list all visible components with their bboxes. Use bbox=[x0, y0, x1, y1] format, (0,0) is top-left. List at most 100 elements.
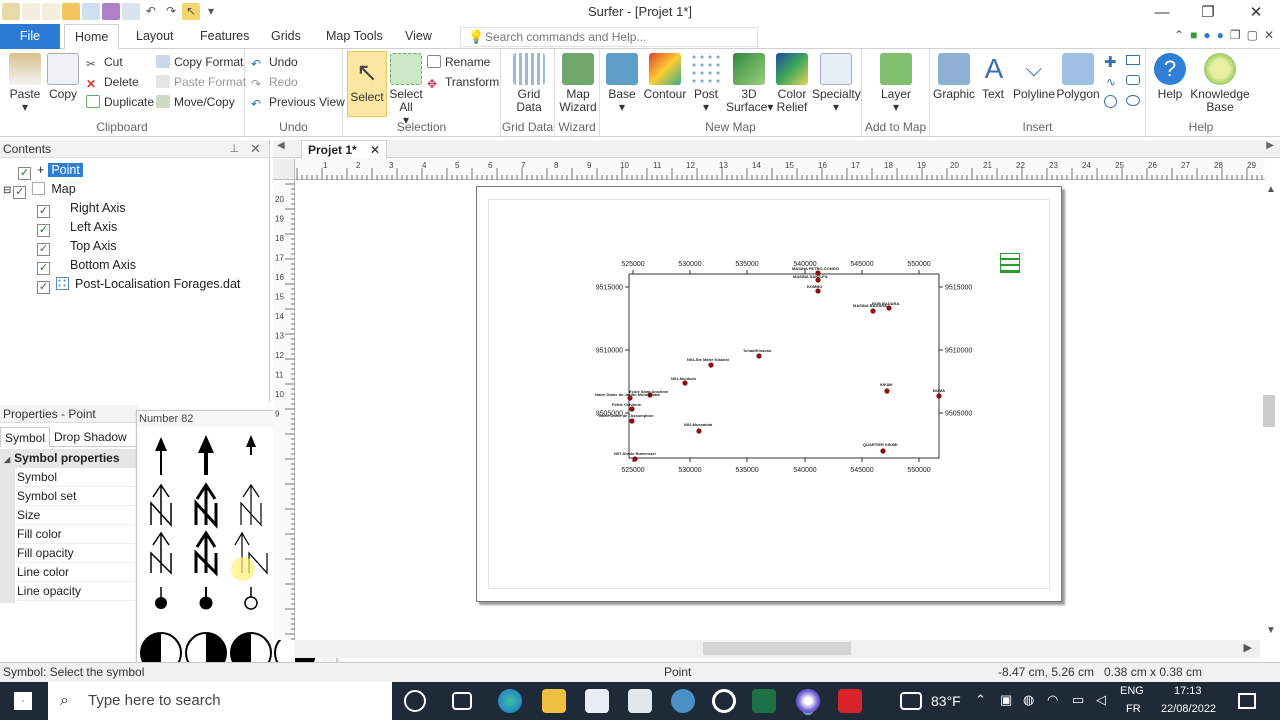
doc-restore-icon[interactable]: ❐ bbox=[1230, 28, 1241, 42]
knowledge-base-button[interactable]: Knowledge Base bbox=[1190, 53, 1250, 114]
tab-layout[interactable]: Layout bbox=[126, 24, 184, 49]
help-button[interactable]: ? Help bbox=[1152, 53, 1188, 101]
insert-rectangle-icon[interactable] bbox=[1126, 55, 1140, 65]
tab-home[interactable]: Home bbox=[64, 24, 120, 50]
map-point[interactable] bbox=[870, 308, 876, 314]
network-icon[interactable]: ◍ bbox=[1023, 692, 1034, 708]
tab-scroll-left-icon[interactable]: ◀ bbox=[277, 140, 285, 151]
redo-button[interactable]: ↷ Redo bbox=[251, 75, 298, 91]
command-search-input[interactable]: 💡 Search commands and Help... bbox=[460, 27, 758, 47]
plot-page[interactable]: 525000 530000 535000 540000 545000 550000 5250… bbox=[476, 186, 1062, 602]
copy-format-button[interactable]: Copy Format bbox=[156, 55, 243, 69]
checkbox-checked-icon[interactable]: ✓ bbox=[18, 167, 31, 180]
horizontal-scrollbar[interactable]: ▶ bbox=[295, 640, 1260, 658]
excel-icon[interactable] bbox=[752, 689, 776, 713]
vertical-scrollbar[interactable]: ▲ ▼ bbox=[1260, 180, 1280, 640]
tab-file[interactable]: File bbox=[0, 24, 60, 49]
undo-button[interactable]: ↶ Undo bbox=[251, 55, 298, 71]
search-app-icon[interactable] bbox=[671, 689, 695, 713]
symbol-properties-section[interactable]: ◢ Symbol properties bbox=[0, 449, 138, 468]
checkbox-checked-icon[interactable]: ✓ bbox=[13, 186, 27, 199]
info-icon[interactable]: ● bbox=[1217, 28, 1224, 42]
map-point[interactable] bbox=[815, 288, 821, 294]
task-view-icon[interactable] bbox=[452, 692, 472, 710]
doc-max-icon[interactable]: ▢ bbox=[1247, 28, 1258, 42]
symbol-north-n-1[interactable] bbox=[150, 483, 172, 527]
map-point[interactable] bbox=[886, 305, 892, 311]
tab-symbol[interactable]: Symbol bbox=[0, 427, 51, 447]
language-label[interactable]: ENG bbox=[1120, 685, 1144, 697]
paste-format-button[interactable]: Paste Format bbox=[156, 75, 246, 89]
tray-chevron-icon[interactable]: ⌃ bbox=[975, 692, 986, 708]
prop-fill-color[interactable]: Fill color bbox=[17, 525, 135, 544]
battery-icon[interactable]: ▭ bbox=[1072, 692, 1084, 708]
map-frame[interactable]: 525000 530000 535000 540000 545000 550000 5250… bbox=[477, 187, 1063, 603]
tree-collapse-icon[interactable]: ⊟ bbox=[3, 185, 11, 196]
transform-button[interactable]: ✥ Transform bbox=[427, 75, 499, 91]
symbol-pin-2[interactable] bbox=[199, 587, 213, 610]
clock-date[interactable]: 22/08/2022 bbox=[1161, 703, 1216, 715]
checkbox-checked-icon[interactable]: ✓ bbox=[37, 224, 50, 237]
tree-item-top-axis[interactable]: ✓ Top Axis bbox=[37, 237, 117, 256]
map-point[interactable] bbox=[682, 380, 688, 386]
symbol-pin-3[interactable] bbox=[244, 587, 258, 610]
edge-browser-icon[interactable] bbox=[498, 689, 522, 713]
insert-polygon-button[interactable]: Polygon bbox=[1056, 53, 1100, 101]
insert-polyline-button[interactable]: ⌵ Polyline bbox=[1012, 53, 1056, 101]
vscroll-up-icon[interactable]: ▲ bbox=[1266, 184, 1276, 195]
cortana-icon[interactable] bbox=[404, 690, 426, 712]
tree-item-point[interactable]: ✓ + Point bbox=[18, 161, 83, 180]
symbol-north-n-3[interactable] bbox=[240, 483, 262, 527]
insert-graphic-button[interactable]: Graphic bbox=[932, 53, 976, 101]
tab-map-tools[interactable]: Map Tools bbox=[316, 24, 393, 49]
checkbox-checked-icon[interactable]: ✓ bbox=[37, 281, 50, 294]
prop-symbol-set[interactable]: Symbol set bbox=[17, 487, 135, 506]
contour-map-button[interactable]: Contour bbox=[642, 53, 688, 101]
add-layer-button[interactable]: Layer ▾ bbox=[876, 53, 916, 114]
tree-item-left-axis[interactable]: ✓ Left Axis bbox=[37, 218, 117, 237]
vertical-ruler[interactable]: 20 19 18 17 16 15 14 13 12 11 10 9 bbox=[273, 180, 295, 640]
tab-drop-shadow[interactable]: Drop Shadow bbox=[52, 427, 129, 447]
paste-button[interactable]: Paste ▾ bbox=[6, 53, 44, 114]
windows-start-icon[interactable] bbox=[14, 692, 32, 710]
symbol-north-n-5[interactable] bbox=[150, 531, 172, 575]
minimize-button[interactable]: — bbox=[1142, 2, 1182, 24]
horizontal-ruler[interactable]: 1 2 3 4 5 6 7 8 9 10 11 12 13 14 15 16 17 18 19 20 21 22 23 24 2… bbox=[295, 159, 1265, 180]
tray-app-icon[interactable]: ▣ bbox=[1000, 692, 1012, 708]
select-button[interactable]: ↖ Select bbox=[347, 51, 387, 117]
prop-size[interactable]: Size bbox=[17, 506, 135, 525]
move-copy-button[interactable]: Move/Copy bbox=[156, 95, 235, 109]
duplicate-button[interactable]: Duplicate bbox=[86, 95, 154, 109]
store-icon[interactable] bbox=[585, 689, 609, 713]
tree-item-map[interactable]: ⊟ ✓ Map bbox=[3, 180, 76, 199]
insert-spline-icon[interactable]: ∿ bbox=[1106, 75, 1116, 89]
tree-item-post-layer[interactable]: ✓ Post-Localisation Forages.dat bbox=[37, 275, 240, 294]
tree-item-right-axis[interactable]: ✓ Right Axis bbox=[37, 199, 126, 218]
cut-button[interactable]: ✂ Cut bbox=[86, 55, 123, 71]
help-circle-icon[interactable]: ● bbox=[1203, 28, 1210, 42]
map-point[interactable] bbox=[708, 362, 714, 368]
document-tab-projet[interactable]: Projet 1* ✕ bbox=[301, 140, 388, 159]
symbol-north-arrow-1[interactable] bbox=[155, 437, 167, 475]
map-point[interactable] bbox=[632, 456, 638, 462]
collapse-ribbon-icon[interactable]: ⌃ bbox=[1174, 28, 1184, 42]
rename-button[interactable]: Rename bbox=[427, 55, 490, 69]
restore-button[interactable]: ❐ bbox=[1188, 2, 1228, 24]
pin-icon[interactable]: ⊥ bbox=[229, 140, 239, 158]
media-app-icon[interactable] bbox=[712, 689, 736, 713]
volume-icon[interactable]: ◁ bbox=[1096, 692, 1106, 708]
checkbox-checked-icon[interactable]: ✓ bbox=[37, 205, 50, 218]
notification-icon[interactable] bbox=[1238, 693, 1256, 709]
tab-features[interactable]: Features bbox=[190, 24, 259, 49]
doc-close-icon[interactable]: ✕ bbox=[1264, 28, 1274, 42]
insert-ellipse-icon[interactable] bbox=[1126, 95, 1140, 106]
hscroll-right-icon[interactable]: ▶ bbox=[1244, 641, 1252, 654]
surfer-app-icon[interactable] bbox=[796, 689, 820, 713]
insert-symbol-icon[interactable]: ✚ bbox=[1104, 53, 1117, 71]
tree-item-bottom-axis[interactable]: ✓ Bottom Axis bbox=[37, 256, 136, 275]
contents-close-icon[interactable]: ✕ bbox=[250, 140, 261, 158]
symbol-north-arrow-3[interactable] bbox=[246, 435, 256, 455]
wifi-icon[interactable]: ◠ bbox=[1047, 692, 1058, 708]
insert-rounded-rect-icon[interactable] bbox=[1126, 75, 1140, 85]
map-point[interactable] bbox=[884, 388, 890, 394]
